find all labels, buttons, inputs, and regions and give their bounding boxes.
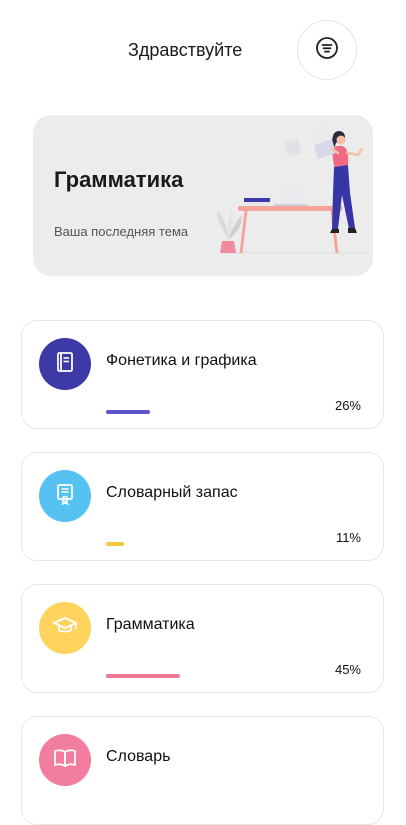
studying-woman-illustration	[217, 125, 368, 254]
topic-title: Фонетика и графика	[106, 352, 257, 369]
topic-title: Словарный запас	[106, 484, 238, 501]
topic-percent: 45%	[334, 662, 361, 677]
topic-progress-bar	[106, 542, 124, 546]
topic-card-dictionary[interactable]: Словарь	[21, 716, 384, 825]
open-book-icon	[52, 747, 78, 774]
topic-percent: 11%	[335, 530, 361, 545]
topic-icon-circle	[39, 470, 91, 522]
topic-card-grammar[interactable]: Грамматика 45%	[21, 584, 384, 693]
topic-progress-bar	[106, 410, 150, 414]
book-icon	[53, 350, 77, 379]
certificate-icon	[53, 482, 77, 511]
last-topic-card[interactable]: Грамматика Ваша последняя тема	[33, 115, 373, 276]
topic-card-phonetics[interactable]: Фонетика и графика 26%	[21, 320, 384, 429]
last-topic-title: Грамматика	[54, 167, 184, 192]
menu-button[interactable]	[297, 20, 357, 80]
topic-card-vocabulary[interactable]: Словарный запас 11%	[21, 452, 384, 561]
topic-percent: 26%	[334, 398, 361, 413]
topic-progress-bar	[106, 674, 180, 678]
topic-icon-circle	[39, 602, 91, 654]
header: Здравствуйте	[0, 0, 406, 100]
topic-title: Грамматика	[106, 616, 195, 633]
graduation-cap-icon	[52, 614, 78, 643]
greeting-text: Здравствуйте	[128, 40, 243, 60]
topic-title: Словарь	[106, 748, 171, 765]
last-topic-subtitle: Ваша последняя тема	[54, 224, 189, 239]
topic-icon-circle	[39, 734, 91, 786]
topic-icon-circle	[39, 338, 91, 390]
menu-lines-icon	[315, 36, 339, 65]
